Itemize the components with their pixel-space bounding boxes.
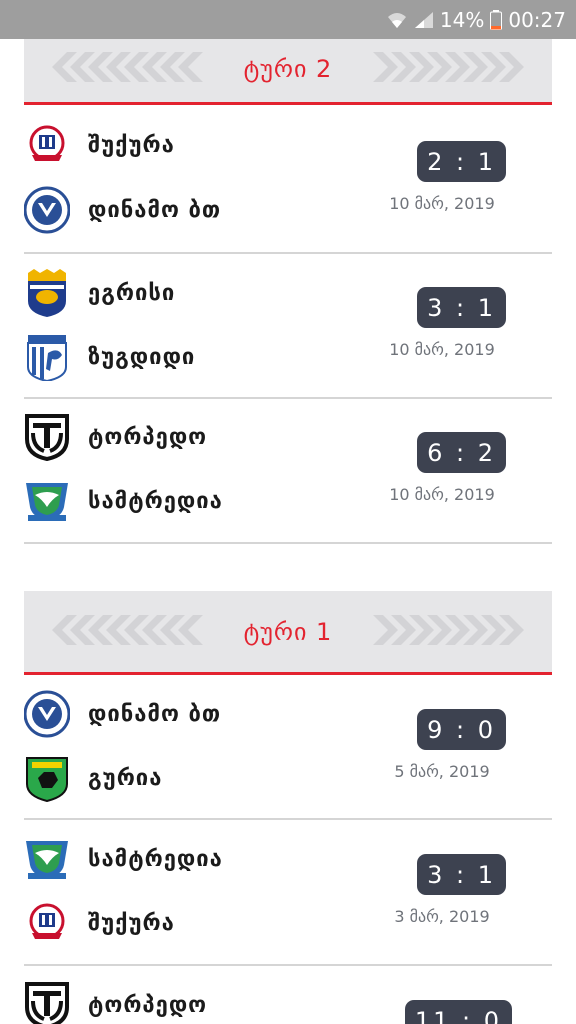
score-badge: 11 : 0 <box>404 1000 512 1024</box>
egrisi-logo-icon <box>28 269 66 317</box>
team-name: დინამო ბთ <box>88 701 222 727</box>
zugdidi-logo-icon <box>27 335 67 381</box>
away-team: დინამო ბთ <box>24 185 221 235</box>
battery-icon <box>490 9 503 30</box>
status-bar: 14% 00:27 <box>0 0 576 39</box>
shukura-logo-icon <box>29 903 65 939</box>
away-team: ზუგდიდი <box>24 332 195 382</box>
home-team: ტორპედო <box>24 412 207 462</box>
team-name: სამტრედია <box>88 488 223 514</box>
match-row[interactable]: ტორპედო სამტრედია 6 : 2 10 მარ, 2019 <box>24 397 552 544</box>
score-badge: 2 : 1 <box>417 141 506 182</box>
match-date: 10 მარ, 2019 <box>389 485 495 504</box>
away-team: სამტრედია <box>24 476 223 526</box>
wifi-icon <box>387 12 406 28</box>
samtredia-logo-icon <box>26 483 68 521</box>
score-badge: 3 : 1 <box>417 854 506 895</box>
team-name: დინამო ბთ <box>88 197 222 223</box>
match-row[interactable]: შუქურა დინამო ბთ 2 : 1 10 მარ, 2019 <box>24 107 552 254</box>
home-team: დინამო ბთ <box>24 689 221 739</box>
team-name: შუქურა <box>88 132 175 158</box>
score-badge: 9 : 0 <box>417 709 506 750</box>
signal-icon <box>414 11 433 28</box>
team-name: შუქურა <box>88 910 175 936</box>
team-name: ტორპედო <box>88 992 208 1018</box>
status-icons: 14% 00:27 <box>386 0 566 39</box>
torpedo-logo-icon <box>25 982 69 1024</box>
clock: 00:27 <box>508 7 566 32</box>
battery-percent: 14% <box>439 7 485 32</box>
shukura-logo-icon <box>29 125 65 161</box>
team-name: სამტრედია <box>88 846 223 872</box>
round-header: ტური 1 <box>24 591 552 675</box>
score-badge: 3 : 1 <box>417 287 506 328</box>
home-team: ეგრისი <box>24 268 175 318</box>
match-date: 10 მარ, 2019 <box>389 340 495 359</box>
team-name: ეგრისი <box>88 280 176 306</box>
team-name: ზუგდიდი <box>88 344 196 370</box>
match-row[interactable]: ტორპედო 11 : 0 <box>24 965 552 1024</box>
chevrons-decoration-icon <box>373 52 524 82</box>
away-team: გურია <box>24 753 162 803</box>
score-badge: 6 : 2 <box>417 432 506 473</box>
chevrons-decoration-icon <box>373 615 524 645</box>
match-date: 10 მარ, 2019 <box>389 194 495 213</box>
match-date: 5 მარ, 2019 <box>394 762 490 781</box>
away-team: შუქურა <box>24 898 175 948</box>
match-row[interactable]: დინამო ბთ გურია 9 : 0 5 მარ, 2019 <box>24 673 552 820</box>
match-date: 3 მარ, 2019 <box>394 907 490 926</box>
match-row[interactable]: სამტრედია შუქურა 3 : 1 3 მარ, 2019 <box>24 819 552 966</box>
home-team: შუქურა <box>24 120 175 170</box>
match-row[interactable]: ეგრისი ზუგდიდი 3 : 1 10 მარ, 2019 <box>24 252 552 399</box>
home-team: სამტრედია <box>24 834 223 884</box>
team-name: ტორპედო <box>88 424 208 450</box>
dinamo-bt-logo-icon <box>24 186 70 234</box>
home-team: ტორპედო <box>24 980 207 1024</box>
dinamo-bt-logo-icon <box>24 690 70 738</box>
team-name: გურია <box>88 765 163 791</box>
torpedo-logo-icon <box>25 414 69 461</box>
samtredia-logo-icon <box>26 841 68 879</box>
guria-logo-icon <box>26 757 68 802</box>
round-header: ტური 2 <box>24 36 552 105</box>
